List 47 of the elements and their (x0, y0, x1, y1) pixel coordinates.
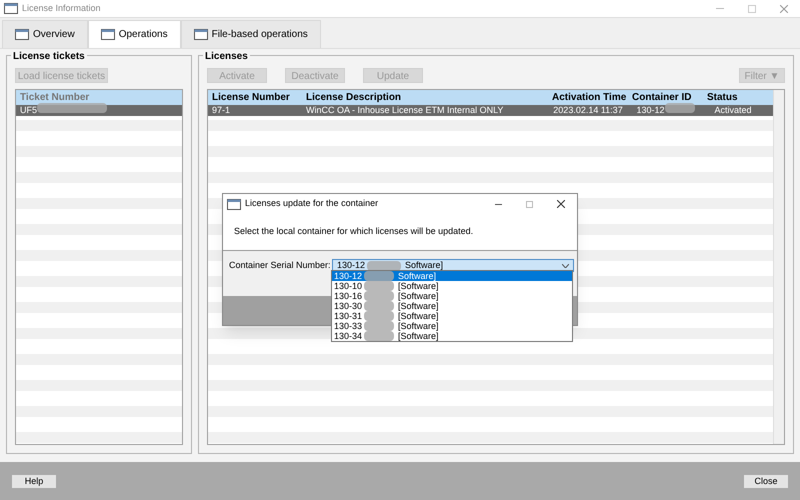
tab[interactable]: Overview (2, 20, 88, 48)
window-icon (15, 29, 29, 40)
table-cell-text: UF5 (20, 104, 38, 117)
tab[interactable]: Operations (88, 20, 181, 48)
dropdown-option[interactable]: 130-12 Software] (332, 271, 572, 281)
column-header: License Number (211, 91, 291, 105)
blurred-region (37, 103, 108, 114)
window-icon (227, 198, 241, 210)
column-header: Container ID (631, 91, 692, 105)
blurred-region (364, 271, 394, 281)
chevron-down-icon (562, 264, 569, 268)
close-icon[interactable] (557, 200, 565, 208)
column-header: License Description (305, 91, 402, 105)
dropdown-option[interactable]: 130-34 [Software] (332, 331, 572, 341)
table-cell-text: Activated (714, 104, 752, 117)
blurred-region (364, 331, 394, 341)
table-row[interactable]: UF5 (16, 105, 182, 116)
maximize-icon[interactable] (748, 4, 756, 12)
table-cell-text: WinCC OA - Inhouse License ETM Internal ONLY (306, 104, 504, 117)
window-icon (100, 29, 115, 40)
close-button[interactable]: Close (744, 474, 788, 488)
table-cell-text: 97-1 (212, 104, 230, 117)
dropdown-option[interactable]: 130-16 [Software] (332, 291, 572, 301)
column-header: Status (706, 91, 739, 105)
tab[interactable]: File-based operations (180, 20, 321, 48)
maximize-icon[interactable] (526, 200, 533, 208)
blurred-region (367, 260, 401, 270)
dropdown-option[interactable]: 130-10 [Software] (332, 281, 572, 291)
scrollbar[interactable] (773, 90, 784, 444)
window-icon (4, 3, 18, 14)
table-cell-text: 2023.02.14 11:37 (553, 104, 623, 117)
blurred-region (364, 281, 394, 291)
table-row[interactable]: 97-1 WinCC OA - Inhouse License ETM Internal ONLY 2023.02.14 11:37 130-12 Activated (208, 105, 773, 116)
dialog-title: Licenses update for the container (245, 197, 378, 210)
dialog-message: Select the local container for which licenses will be updated. (234, 225, 474, 238)
table-cell-text: 130-12 (636, 104, 665, 117)
field-label: Container Serial Number: (229, 259, 329, 272)
window-title: License Information (22, 2, 101, 15)
help-button[interactable]: Help (12, 474, 56, 488)
down-triangle-icon: ▼ (770, 71, 780, 82)
dropdown-option[interactable]: 130-33 [Software] (332, 321, 572, 331)
dropdown-option[interactable]: 130-30 [Software] (332, 301, 572, 311)
blurred-region (664, 103, 695, 114)
window-icon (194, 29, 208, 40)
column-header: Ticket Number (19, 91, 90, 105)
dropdown-option[interactable]: 130-31 [Software] (332, 311, 572, 321)
column-header: Activation Time (551, 91, 628, 105)
